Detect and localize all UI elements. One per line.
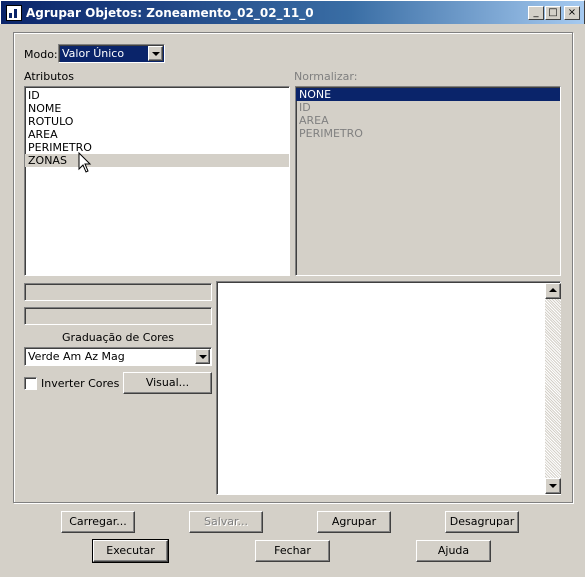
window-title: Agrupar Objetos: Zoneamento_02_02_11_0 bbox=[26, 6, 314, 20]
chevron-down-icon bbox=[152, 52, 160, 56]
mouse-pointer-icon bbox=[78, 152, 92, 173]
list-item-none[interactable]: NONE bbox=[296, 88, 560, 101]
graduacao-value: Verde Am Az Mag bbox=[28, 350, 125, 363]
modo-label: Modo: bbox=[24, 48, 58, 61]
app-icon bbox=[6, 5, 22, 21]
maximize-button[interactable]: □ bbox=[545, 6, 561, 20]
fechar-button[interactable]: Fechar bbox=[255, 540, 330, 562]
color-end-field bbox=[24, 307, 212, 325]
arrow-down-icon bbox=[549, 484, 557, 488]
scroll-up-button[interactable] bbox=[545, 283, 561, 299]
close-button[interactable]: × bbox=[564, 6, 580, 20]
list-item-perimetro[interactable]: PERIMETRO bbox=[25, 141, 289, 154]
arrow-up-icon bbox=[549, 288, 557, 292]
list-item-norm-area[interactable]: AREA bbox=[296, 114, 560, 127]
list-item-nome[interactable]: NOME bbox=[25, 102, 289, 115]
normalizar-label: Normalizar: bbox=[294, 70, 358, 83]
preview-list[interactable] bbox=[216, 281, 561, 495]
modo-select[interactable]: Valor Único bbox=[58, 44, 165, 63]
scroll-down-button[interactable] bbox=[545, 478, 561, 494]
ajuda-button[interactable]: Ajuda bbox=[416, 540, 491, 562]
chevron-down-icon bbox=[199, 355, 207, 359]
executar-button[interactable]: Executar bbox=[92, 539, 169, 563]
modo-value: Valor Único bbox=[62, 47, 125, 60]
list-item-area[interactable]: AREA bbox=[25, 128, 289, 141]
close-icon: × bbox=[567, 7, 577, 18]
maximize-icon: □ bbox=[548, 7, 558, 18]
color-start-field bbox=[24, 283, 212, 301]
list-item-id[interactable]: ID bbox=[25, 89, 289, 102]
inverter-label: Inverter Cores bbox=[41, 377, 120, 390]
carregar-button[interactable]: Carregar... bbox=[61, 511, 135, 533]
atributos-label: Atributos bbox=[24, 70, 74, 83]
graduacao-dropdown-button[interactable] bbox=[195, 349, 210, 364]
inverter-checkbox[interactable] bbox=[24, 377, 37, 390]
scrollbar-track[interactable] bbox=[545, 299, 561, 478]
graduacao-select[interactable]: Verde Am Az Mag bbox=[24, 347, 212, 366]
atributos-list[interactable]: ID NOME ROTULO AREA PERIMETRO ZONAS bbox=[24, 86, 290, 276]
list-item-norm-id[interactable]: ID bbox=[296, 101, 560, 114]
normalizar-list[interactable]: NONE ID AREA PERIMETRO bbox=[295, 86, 561, 276]
list-item-norm-perimetro[interactable]: PERIMETRO bbox=[296, 127, 560, 140]
list-item-rotulo[interactable]: ROTULO bbox=[25, 115, 289, 128]
visual-button[interactable]: Visual... bbox=[123, 372, 212, 394]
list-item-zonas[interactable]: ZONAS bbox=[25, 154, 289, 167]
modo-dropdown-button[interactable] bbox=[148, 46, 163, 61]
salvar-button[interactable]: Salvar... bbox=[189, 511, 263, 533]
agrupar-button[interactable]: Agrupar bbox=[317, 511, 391, 533]
minimize-icon: _ bbox=[533, 7, 539, 18]
graduacao-label: Graduação de Cores bbox=[62, 331, 174, 344]
title-bar[interactable]: Agrupar Objetos: Zoneamento_02_02_11_0 _… bbox=[0, 0, 585, 24]
desagrupar-button[interactable]: Desagrupar bbox=[445, 511, 519, 533]
minimize-button[interactable]: _ bbox=[528, 6, 544, 20]
